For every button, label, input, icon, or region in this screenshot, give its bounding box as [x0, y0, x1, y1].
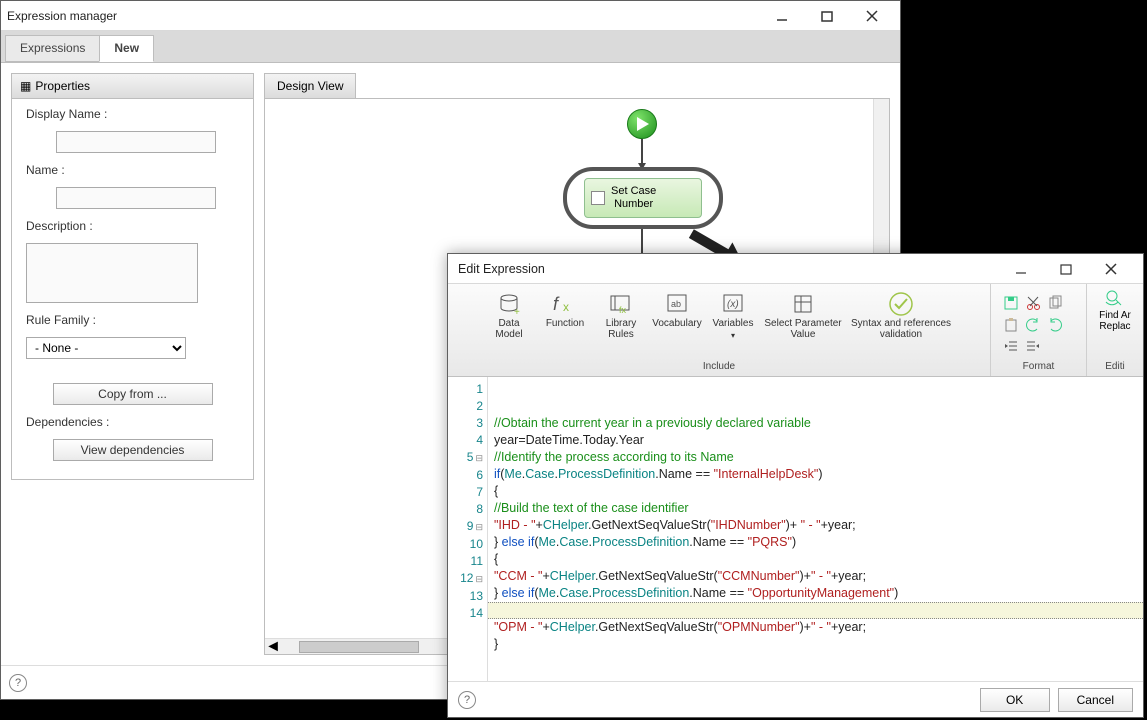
svg-text:(x): (x) — [727, 299, 739, 310]
redo-icon[interactable] — [1046, 316, 1064, 334]
em-title: Expression manager — [7, 9, 759, 23]
task-label: Set CaseNumber — [611, 185, 656, 210]
name-input[interactable] — [56, 187, 216, 209]
cancel-button[interactable]: Cancel — [1058, 688, 1133, 712]
ribbon-group-format-label: Format — [995, 359, 1082, 374]
maximize-button[interactable] — [804, 2, 849, 30]
rule-family-select[interactable]: - None - — [26, 337, 186, 359]
tab-design-view[interactable]: Design View — [264, 73, 356, 98]
properties-panel-title: Properties — [35, 79, 90, 93]
chevron-down-icon: ▾ — [731, 331, 735, 340]
library-icon: fx — [609, 292, 633, 316]
indent-icon[interactable] — [1024, 338, 1042, 356]
tab-new[interactable]: New — [99, 35, 154, 62]
ex-minimize-button[interactable] — [998, 255, 1043, 283]
rb-validate[interactable]: Syntax and references validation — [846, 288, 956, 344]
rb-data-model[interactable]: +Data Model — [482, 288, 536, 344]
cut-icon[interactable] — [1024, 294, 1042, 312]
ex-close-button[interactable] — [1088, 255, 1133, 283]
properties-panel-header: ▦ Properties — [12, 74, 253, 99]
ok-button[interactable]: OK — [980, 688, 1050, 712]
find-label: Find Ar — [1099, 310, 1131, 321]
paste-icon[interactable] — [1002, 316, 1020, 334]
display-name-input[interactable] — [56, 131, 216, 153]
description-input[interactable] — [26, 243, 198, 303]
view-dependencies-button[interactable]: View dependencies — [53, 439, 213, 461]
help-icon[interactable]: ? — [9, 674, 27, 692]
ex-titlebar: Edit Expression — [448, 254, 1143, 284]
database-icon: + — [498, 292, 520, 316]
dependencies-label: Dependencies : — [26, 415, 239, 429]
copy-icon[interactable] — [1046, 294, 1064, 312]
line-gutter: 12345⊟6789⊟101112⊟1314 — [448, 377, 488, 681]
parameter-icon — [792, 292, 814, 316]
em-tabstrip: Expressions New — [1, 31, 900, 63]
check-circle-icon — [888, 292, 914, 316]
description-label: Description : — [26, 219, 239, 233]
rule-family-label: Rule Family : — [26, 313, 239, 327]
variables-icon: (x) — [722, 292, 744, 316]
vocabulary-icon: ab — [666, 292, 688, 316]
rb-vocabulary[interactable]: abVocabulary — [650, 288, 704, 344]
rb-function[interactable]: fxFunction — [538, 288, 592, 344]
ex-title: Edit Expression — [458, 262, 998, 276]
search-icon[interactable] — [1104, 288, 1126, 310]
save-icon[interactable] — [1002, 294, 1020, 312]
code-area[interactable]: //Obtain the current year in a previousl… — [488, 377, 1143, 681]
outdent-icon[interactable] — [1002, 338, 1020, 356]
close-button[interactable] — [849, 2, 894, 30]
rb-select-param[interactable]: Select Parameter Value — [762, 288, 844, 344]
properties-panel: ▦ Properties Display Name : Name : Descr… — [11, 73, 254, 480]
svg-text:x: x — [563, 300, 569, 314]
function-icon: fx — [553, 292, 577, 316]
minimize-button[interactable] — [759, 2, 804, 30]
tab-expressions[interactable]: Expressions — [5, 35, 100, 62]
ribbon-group-editing-label: Editi — [1091, 359, 1139, 374]
svg-text:f: f — [553, 294, 560, 314]
format-icons — [996, 288, 1082, 356]
svg-text:+: + — [514, 307, 520, 315]
ex-footer: ? OK Cancel — [448, 681, 1143, 717]
start-node[interactable] — [627, 109, 657, 139]
undo-icon[interactable] — [1024, 316, 1042, 334]
connector-1 — [641, 139, 643, 169]
ex-help-icon[interactable]: ? — [458, 691, 476, 709]
svg-text:ab: ab — [671, 299, 681, 309]
scroll-thumb[interactable] — [299, 641, 419, 653]
edit-expression-window: Edit Expression +Data Model fxFunction f… — [447, 253, 1144, 718]
rb-library-rules[interactable]: fxLibrary Rules — [594, 288, 648, 344]
rb-variables[interactable]: (x)Variables▾ — [706, 288, 760, 344]
replace-label: Replac — [1099, 321, 1130, 332]
em-titlebar: Expression manager — [1, 1, 900, 31]
scroll-left-icon[interactable]: ◄ — [265, 639, 281, 655]
task-set-case-number[interactable]: Set CaseNumber — [563, 167, 723, 229]
properties-icon: ▦ — [20, 79, 31, 93]
ribbon-group-include-label: Include — [452, 359, 986, 374]
ex-maximize-button[interactable] — [1043, 255, 1088, 283]
code-editor[interactable]: 12345⊟6789⊟101112⊟1314 //Obtain the curr… — [448, 377, 1143, 681]
display-name-label: Display Name : — [26, 107, 239, 121]
svg-text:fx: fx — [619, 305, 627, 315]
name-label: Name : — [26, 163, 239, 177]
ribbon: +Data Model fxFunction fxLibrary Rules a… — [448, 284, 1143, 377]
task-icon — [591, 191, 605, 205]
copy-from-button[interactable]: Copy from ... — [53, 383, 213, 405]
